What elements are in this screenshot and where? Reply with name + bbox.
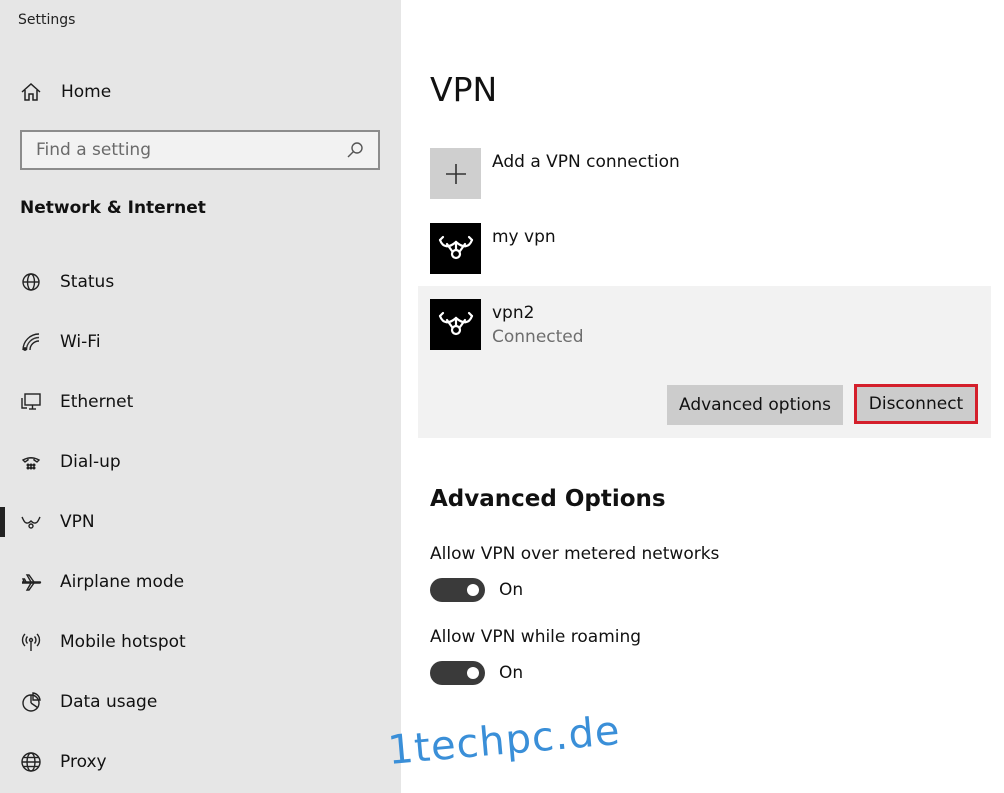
connection-name: my vpn — [492, 227, 556, 247]
sidebar-item-vpn[interactable]: VPN — [0, 492, 401, 552]
metered-toggle-row: On — [430, 578, 523, 602]
vpn-logo-tile — [430, 223, 481, 274]
sidebar-nav: Status Wi-Fi Ethernet Dial-up VPN Airpla… — [0, 252, 401, 792]
sidebar-item-hotspot[interactable]: Mobile hotspot — [0, 612, 401, 672]
connection-status: Connected — [492, 327, 584, 347]
proxy-icon — [21, 752, 41, 772]
sidebar-item-ethernet[interactable]: Ethernet — [0, 372, 401, 432]
sidebar-item-data-usage[interactable]: Data usage — [0, 672, 401, 732]
add-vpn-connection-button[interactable]: Add a VPN connection — [430, 148, 990, 200]
globe-icon — [22, 273, 40, 291]
sidebar-item-dialup[interactable]: Dial-up — [0, 432, 401, 492]
vpn-icon — [21, 516, 41, 529]
advanced-options-heading: Advanced Options — [430, 486, 666, 512]
add-connection-label: Add a VPN connection — [492, 152, 680, 172]
sidebar-item-label: Data usage — [60, 692, 158, 712]
sidebar-item-proxy[interactable]: Proxy — [0, 732, 401, 792]
connection-text: vpn2 Connected — [492, 299, 584, 347]
home-link[interactable]: Home — [20, 78, 111, 106]
sidebar-item-label: Dial-up — [60, 452, 121, 472]
page-title: VPN — [430, 70, 498, 109]
vpn-connection-item[interactable]: my vpn — [430, 223, 990, 275]
toggle-knob — [467, 667, 479, 679]
sidebar-item-label: Status — [60, 272, 115, 292]
sidebar-item-label: Proxy — [60, 752, 107, 772]
hotspot-icon — [21, 633, 41, 651]
add-connection-text: Add a VPN connection — [492, 148, 680, 172]
sidebar-item-label: Wi-Fi — [60, 332, 101, 352]
search-input[interactable] — [36, 140, 346, 160]
connection-name: vpn2 — [492, 303, 535, 323]
vpn-logo-tile — [430, 299, 481, 350]
sidebar-item-airplane[interactable]: Airplane mode — [0, 552, 401, 612]
sidebar-item-wifi[interactable]: Wi-Fi — [0, 312, 401, 372]
airplane-icon — [22, 574, 42, 591]
main-content: VPN Add a VPN connection my vpn vpn2 Con… — [401, 0, 1004, 793]
metered-option-label: Allow VPN over metered networks — [430, 544, 720, 564]
toggle-knob — [467, 584, 479, 596]
vpn-connection-item-selected[interactable]: vpn2 Connected — [430, 299, 990, 351]
plus-icon — [445, 163, 466, 184]
sidebar-item-label: Mobile hotspot — [60, 632, 186, 652]
data-usage-icon — [22, 692, 41, 712]
sidebar-item-label: VPN — [60, 512, 95, 532]
active-indicator — [0, 507, 5, 537]
dialup-icon — [21, 457, 41, 470]
sidebar: Settings Home Network & Internet Status … — [0, 0, 401, 793]
add-tile — [430, 148, 481, 199]
sidebar-item-label: Ethernet — [60, 392, 134, 412]
disconnect-button[interactable]: Disconnect — [854, 384, 978, 424]
metered-toggle-state: On — [499, 580, 524, 600]
vpn-logo-icon — [438, 235, 473, 259]
section-title: Network & Internet — [20, 198, 206, 218]
app-title: Settings — [18, 12, 76, 28]
ethernet-icon — [21, 393, 41, 410]
home-icon — [21, 82, 41, 101]
roaming-toggle[interactable] — [430, 661, 485, 685]
sidebar-item-label: Airplane mode — [60, 572, 185, 592]
roaming-toggle-state: On — [499, 663, 524, 683]
sidebar-item-status[interactable]: Status — [0, 252, 401, 312]
metered-toggle[interactable] — [430, 578, 485, 602]
advanced-options-button[interactable]: Advanced options — [667, 385, 843, 425]
wifi-icon — [22, 333, 40, 351]
connection-text: my vpn — [492, 223, 556, 247]
roaming-option-label: Allow VPN while roaming — [430, 627, 642, 647]
search-box[interactable] — [20, 130, 380, 170]
home-label: Home — [61, 82, 112, 102]
search-icon — [347, 142, 363, 158]
vpn-logo-icon — [438, 311, 473, 335]
roaming-toggle-row: On — [430, 661, 523, 685]
